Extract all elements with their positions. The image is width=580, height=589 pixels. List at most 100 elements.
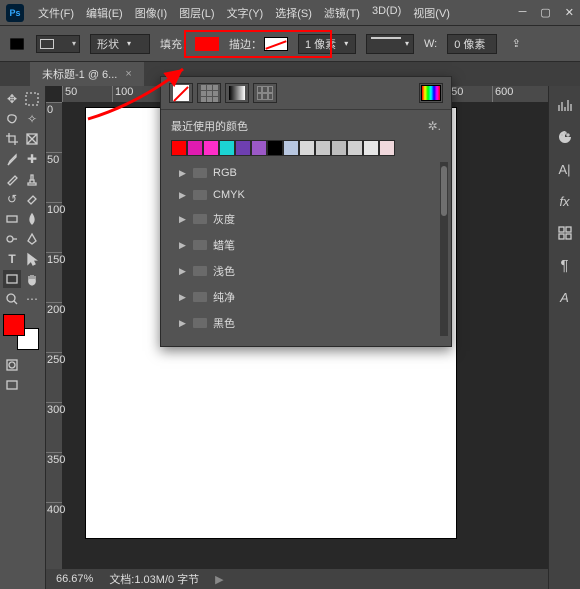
foreground-color[interactable] — [3, 314, 25, 336]
menu-3d[interactable]: 3D(D) — [368, 3, 405, 23]
swatch-group-row[interactable]: ▶ 灰度 — [171, 206, 441, 232]
swatch-group-row[interactable]: ▶纯净 — [171, 284, 441, 310]
swatch-group-row[interactable]: ▶黑色 — [171, 310, 441, 336]
minimize-button[interactable]: ─ — [519, 6, 527, 19]
swatch[interactable] — [187, 140, 203, 156]
group-label: 灰度 — [213, 211, 235, 227]
stroke-width-dropdown[interactable]: 1 像素▾ — [298, 34, 356, 54]
color-fg-bg[interactable] — [3, 314, 39, 350]
brush-tool[interactable] — [3, 170, 21, 188]
group-label: 蜡笔 — [213, 237, 235, 253]
w-field[interactable]: 0 像素 — [447, 34, 497, 54]
more-tools[interactable]: ⋯ — [23, 290, 41, 308]
marquee-tool[interactable] — [23, 90, 41, 108]
panel-paragraph-icon[interactable]: ¶ — [555, 256, 575, 274]
tab-close-icon[interactable]: × — [125, 68, 131, 80]
pen-tool[interactable] — [23, 230, 41, 248]
menu-view[interactable]: 视图(V) — [409, 3, 454, 23]
swatch[interactable] — [331, 140, 347, 156]
dodge-tool[interactable] — [3, 230, 21, 248]
zoom-tool[interactable] — [3, 290, 21, 308]
eyedropper-tool[interactable] — [3, 150, 21, 168]
crop-tool[interactable] — [3, 130, 21, 148]
swatch[interactable] — [347, 140, 363, 156]
swatch[interactable] — [363, 140, 379, 156]
menu-edit[interactable]: 编辑(E) — [82, 3, 127, 23]
stroke-style-dropdown[interactable]: ▾ — [366, 34, 414, 54]
fill-gradient-button[interactable] — [225, 83, 249, 103]
healing-tool[interactable]: ✚ — [23, 150, 41, 168]
panel-character-icon[interactable]: A| — [555, 160, 575, 178]
hand-tool[interactable] — [23, 270, 41, 288]
menu-layer[interactable]: 图层(L) — [175, 3, 218, 23]
panel-styles-icon[interactable]: fx — [555, 192, 575, 210]
status-arrow-icon[interactable]: ▶ — [215, 573, 223, 586]
swatch[interactable] — [251, 140, 267, 156]
swatch[interactable] — [315, 140, 331, 156]
maximize-button[interactable]: ▢ — [540, 6, 550, 19]
menu-filter[interactable]: 滤镜(T) — [320, 3, 364, 23]
close-button[interactable]: ✕ — [565, 6, 574, 19]
panel-histogram-icon[interactable] — [555, 96, 575, 114]
swatch-group-row[interactable]: ▶RGB — [171, 162, 441, 184]
swatch[interactable] — [299, 140, 315, 156]
menu-image[interactable]: 图像(I) — [131, 3, 171, 23]
folder-icon — [193, 318, 207, 328]
move-tool[interactable]: ✥ — [3, 90, 21, 108]
folder-icon — [193, 168, 207, 178]
tool-preset-icon[interactable] — [8, 35, 26, 53]
expand-icon[interactable]: ▶ — [179, 292, 187, 303]
swatch[interactable] — [171, 140, 187, 156]
swatch[interactable] — [235, 140, 251, 156]
screenmode-toggle[interactable] — [3, 376, 21, 394]
stamp-tool[interactable] — [23, 170, 41, 188]
fill-pattern-button[interactable] — [253, 83, 277, 103]
expand-icon[interactable]: ▶ — [179, 266, 187, 277]
swatch[interactable] — [219, 140, 235, 156]
stroke-width-value: 1 像素 — [305, 36, 336, 52]
menu-file[interactable]: 文件(F) — [34, 3, 78, 23]
swatch-group-row[interactable]: ▶浅色 — [171, 258, 441, 284]
swatch[interactable] — [267, 140, 283, 156]
quickmask-toggle[interactable] — [3, 356, 21, 374]
document-tab[interactable]: 未标题-1 @ 6... × — [30, 61, 144, 86]
swatches-menu-icon[interactable]: ✲. — [428, 119, 441, 133]
fill-none-button[interactable] — [169, 83, 193, 103]
fill-swatch[interactable] — [195, 37, 219, 51]
panel-swatches-icon[interactable] — [555, 224, 575, 242]
expand-icon[interactable]: ▶ — [179, 318, 187, 329]
expand-icon[interactable]: ▶ — [179, 214, 187, 225]
expand-icon[interactable]: ▶ — [179, 168, 187, 179]
zoom-level[interactable]: 66.67% — [56, 573, 93, 585]
menu-select[interactable]: 选择(S) — [271, 3, 316, 23]
color-picker-button[interactable] — [419, 83, 443, 103]
panel-glyphs-icon[interactable]: A — [555, 288, 575, 306]
blur-tool[interactable] — [23, 210, 41, 228]
frame-tool[interactable] — [23, 130, 41, 148]
fill-solid-button[interactable] — [197, 83, 221, 103]
swatch-group-row[interactable]: ▶CMYK — [171, 184, 441, 206]
folder-icon — [193, 190, 207, 200]
popup-scrollbar[interactable] — [440, 162, 448, 336]
gradient-tool[interactable] — [3, 210, 21, 228]
eraser-tool[interactable] — [23, 190, 41, 208]
rectangle-tool[interactable] — [3, 270, 21, 288]
panel-color-icon[interactable] — [555, 128, 575, 146]
doc-info[interactable]: 文档:1.03M/0 字节 — [109, 571, 199, 587]
shape-selector[interactable]: ▾ — [36, 35, 80, 53]
swatch-group-row[interactable]: ▶ 蜡笔 — [171, 232, 441, 258]
share-icon[interactable]: ⇪ — [507, 35, 525, 53]
expand-icon[interactable]: ▶ — [179, 240, 187, 251]
history-brush-tool[interactable]: ↺ — [3, 190, 21, 208]
stroke-swatch[interactable] — [264, 37, 288, 51]
wand-tool[interactable]: ✧ — [23, 110, 41, 128]
expand-icon[interactable]: ▶ — [179, 190, 187, 201]
type-tool[interactable]: T — [3, 250, 21, 268]
shape-mode-dropdown[interactable]: 形状▾ — [90, 34, 150, 54]
swatch[interactable] — [379, 140, 395, 156]
path-select-tool[interactable] — [23, 250, 41, 268]
swatch[interactable] — [283, 140, 299, 156]
lasso-tool[interactable] — [3, 110, 21, 128]
swatch[interactable] — [203, 140, 219, 156]
menu-type[interactable]: 文字(Y) — [223, 3, 268, 23]
